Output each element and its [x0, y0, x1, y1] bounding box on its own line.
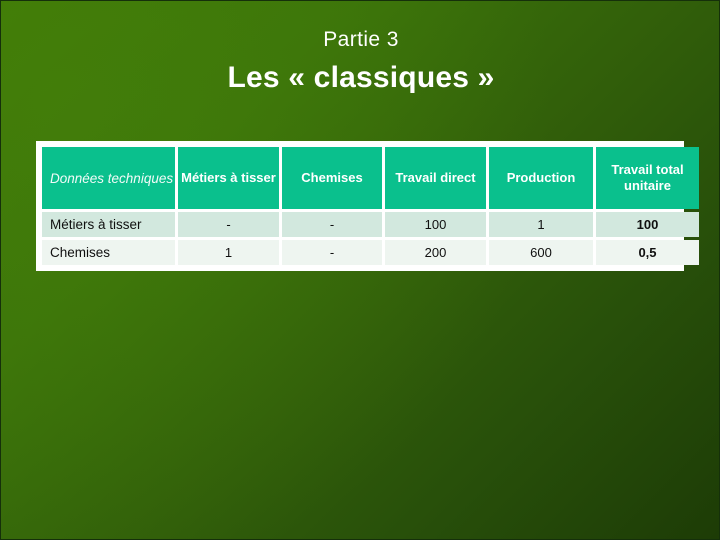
table-header-cell-metiers-a-tisser: Métiers à tisser	[178, 147, 279, 209]
table-cell-metiers-a-tisser: -	[178, 212, 279, 237]
table-header: Données techniques Métiers à tisser Chem…	[42, 147, 699, 209]
table-cell-metiers-a-tisser: 1	[178, 240, 279, 265]
table-cell-travail-direct: 100	[385, 212, 486, 237]
table-row: Métiers à tisser - - 100 1 100	[42, 212, 699, 237]
table-cell-production: 1	[489, 212, 593, 237]
table-row: Chemises 1 - 200 600 0,5	[42, 240, 699, 265]
table-header-cell-travail-direct: Travail direct	[385, 147, 486, 209]
table-cell-production: 600	[489, 240, 593, 265]
table-header-cell-chemises: Chemises	[282, 147, 382, 209]
table-cell-chemises: -	[282, 240, 382, 265]
table-header-cell-production: Production	[489, 147, 593, 209]
data-table: Données techniques Métiers à tisser Chem…	[39, 144, 702, 268]
table-cell-row-label: Chemises	[42, 240, 175, 265]
table-cell-travail-total-unitaire: 100	[596, 212, 699, 237]
section-label: Partie 3	[323, 28, 399, 51]
table-header-cell-travail-total-unitaire: Travail total unitaire	[596, 147, 699, 209]
slide-canvas: Partie 3 Les « classiques » Données tech…	[0, 0, 720, 540]
page-title: Les « classiques »	[227, 61, 495, 94]
table-cell-chemises: -	[282, 212, 382, 237]
title-block: Partie 3 Les « classiques »	[1, 27, 720, 98]
table-cell-travail-total-unitaire: 0,5	[596, 240, 699, 265]
table-cell-travail-direct: 200	[385, 240, 486, 265]
data-table-container: Données techniques Métiers à tisser Chem…	[36, 141, 699, 271]
table-body: Métiers à tisser - - 100 1 100 Chemises …	[42, 212, 699, 265]
table-cell-row-label: Métiers à tisser	[42, 212, 175, 237]
table-header-row: Données techniques Métiers à tisser Chem…	[42, 147, 699, 209]
table-header-cell-donnees-techniques: Données techniques	[42, 147, 175, 209]
